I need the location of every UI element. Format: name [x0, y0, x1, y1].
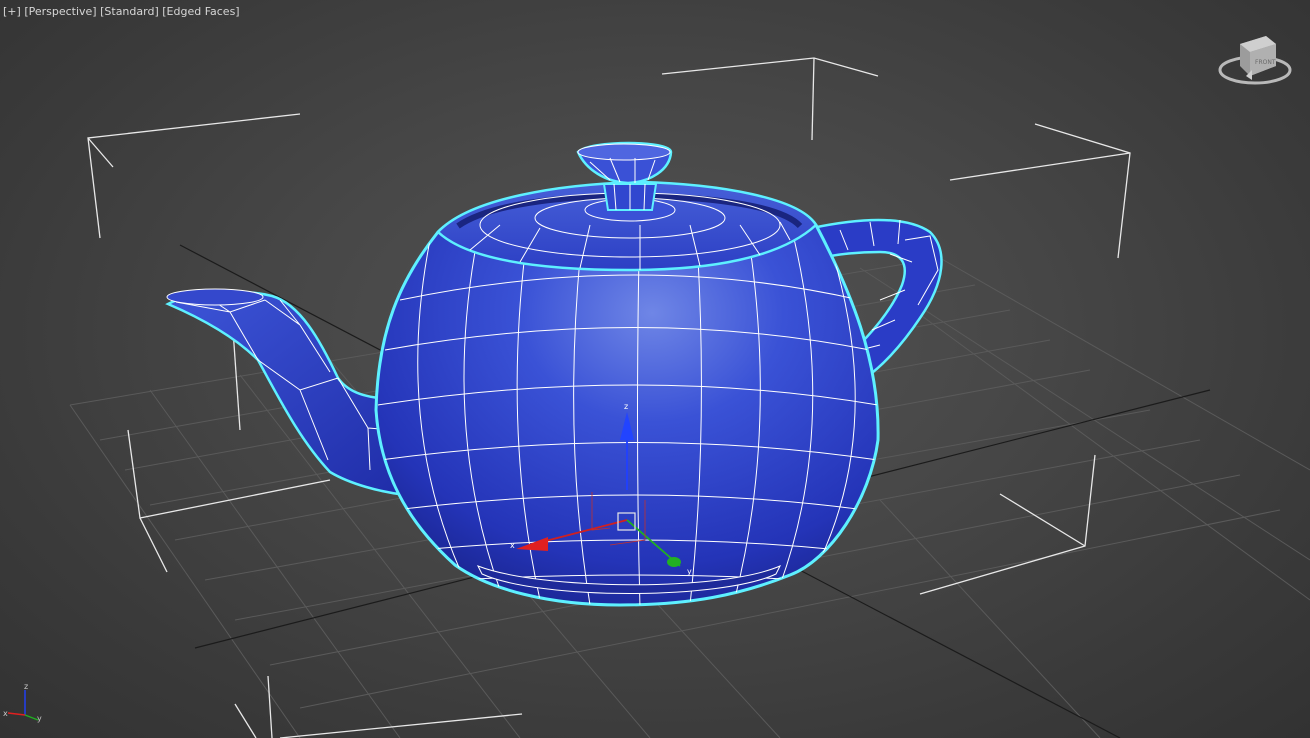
gizmo-z-label: z: [624, 402, 628, 411]
view-cube-face-label: FRONT: [1255, 59, 1276, 66]
viewport-label-menu: [+] [Perspective] [Standard] [Edged Face…: [3, 5, 240, 18]
tripod-z-label: z: [24, 682, 28, 691]
axis-tripod: z x y: [3, 682, 42, 723]
scene-canvas[interactable]: z x y FRONT z x y: [0, 0, 1310, 738]
viewport-display-menu[interactable]: [Edged Faces]: [162, 5, 239, 18]
perspective-viewport[interactable]: [+] [Perspective] [Standard] [Edged Face…: [0, 0, 1310, 738]
view-cube[interactable]: FRONT: [1218, 36, 1292, 85]
viewport-plus-menu[interactable]: [+]: [3, 5, 21, 18]
gizmo-y-label: y: [687, 567, 692, 576]
gizmo-x-label: x: [510, 541, 515, 550]
teapot-lid: [436, 141, 818, 272]
tripod-x-label: x: [3, 709, 8, 718]
viewport-view-menu[interactable]: [Perspective]: [24, 5, 96, 18]
viewport-shading-menu[interactable]: [Standard]: [100, 5, 159, 18]
tripod-y-label: y: [37, 714, 42, 723]
